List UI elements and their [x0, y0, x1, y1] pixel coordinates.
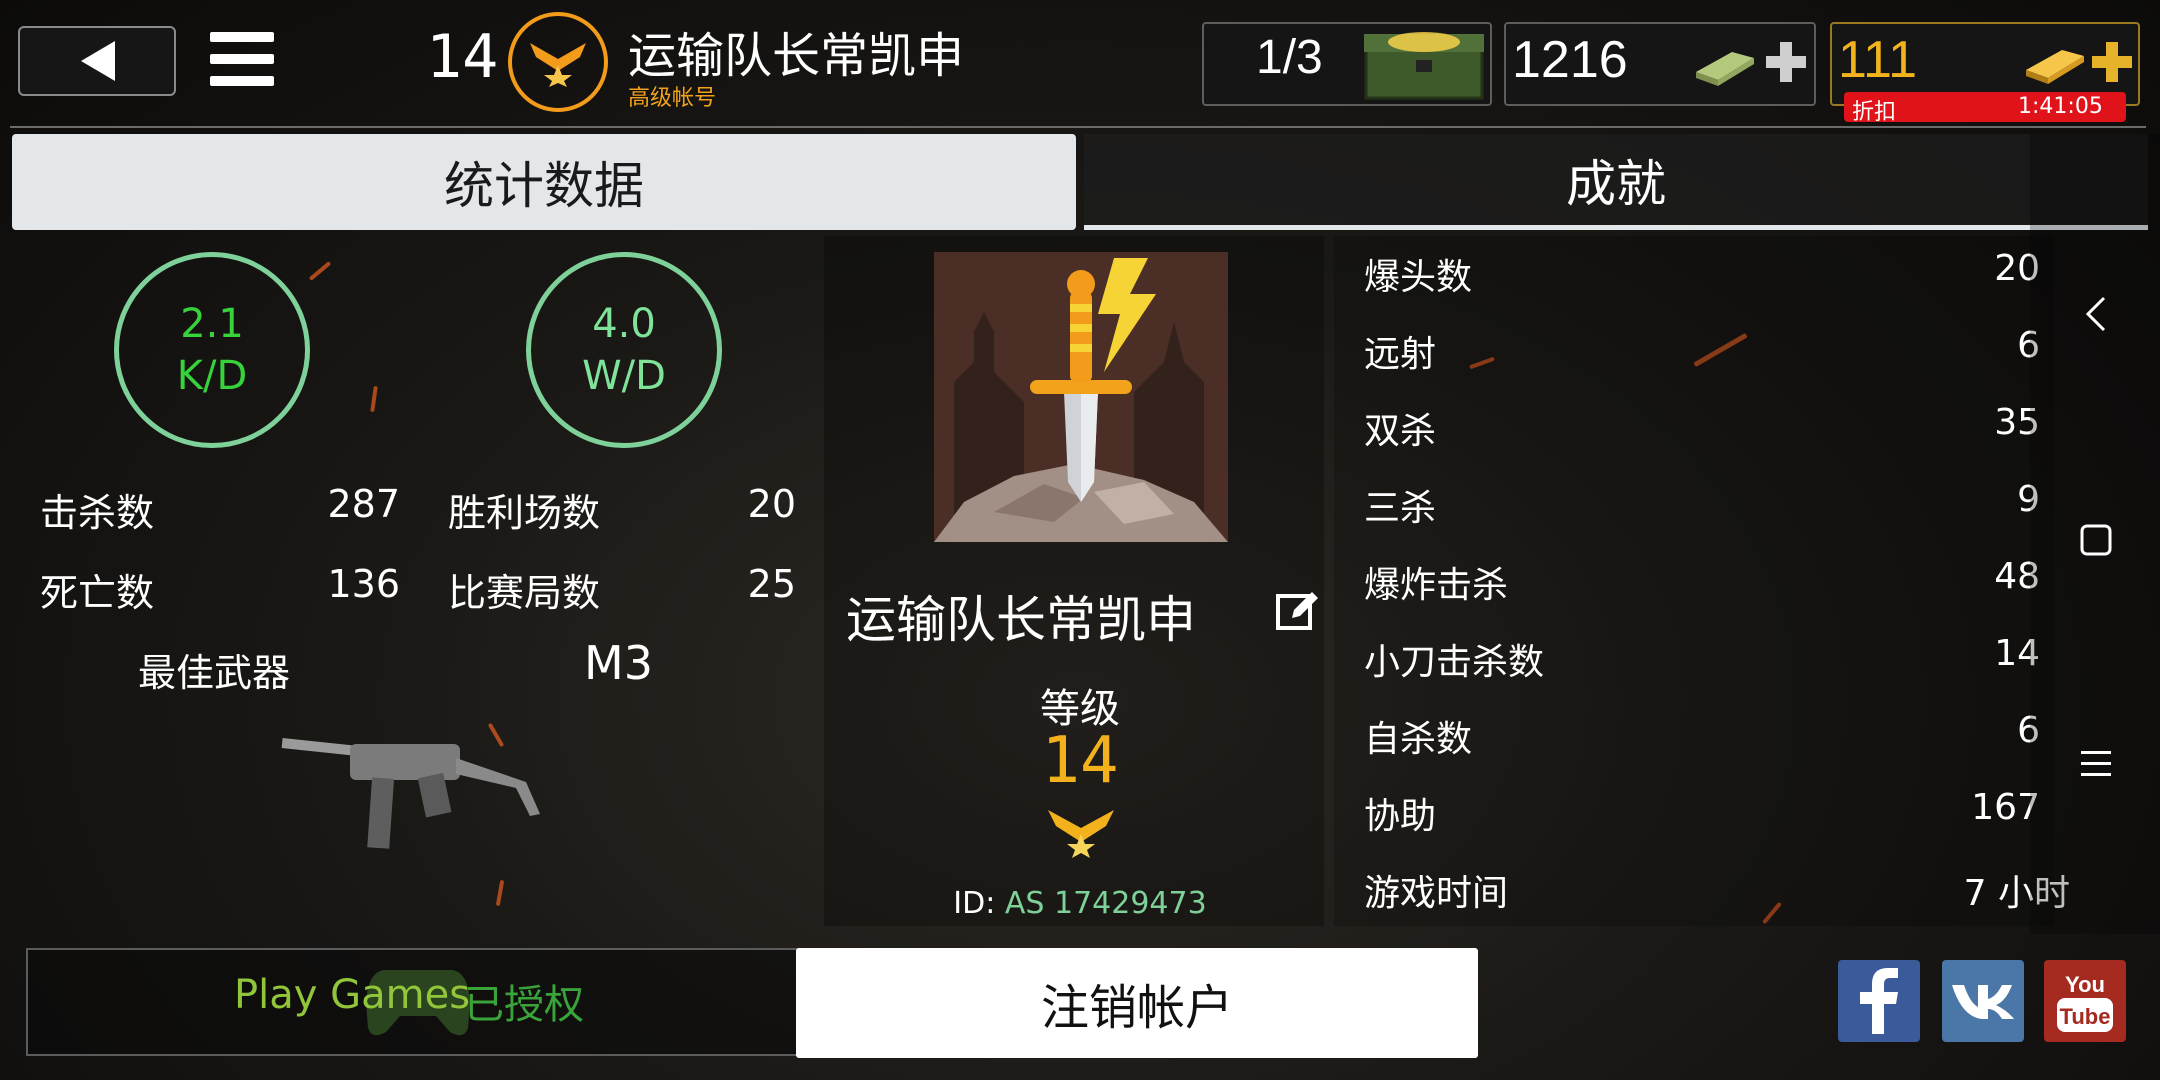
cash-count: 1216: [1512, 31, 1628, 89]
discount-timer: 1:41:05: [2018, 94, 2103, 119]
list-item-value: 167: [1971, 787, 2040, 828]
svg-text:You: You: [2065, 972, 2105, 997]
back-button[interactable]: [18, 26, 176, 96]
wd-value: 4.0: [592, 301, 656, 347]
ammo-chest-icon: [1364, 32, 1484, 100]
play-games-status: 已授权: [464, 982, 584, 1028]
list-item-value: 6: [2017, 710, 2040, 751]
ember-decoration: [308, 261, 332, 281]
nav-home-icon[interactable]: [2074, 518, 2118, 562]
edit-name-icon[interactable]: [1274, 588, 1320, 634]
deaths-label: 死亡数: [40, 571, 155, 615]
deaths-value: 136: [327, 562, 400, 606]
list-item-label: 自杀数: [1364, 719, 1473, 760]
matches-label: 比赛局数: [448, 571, 601, 615]
chest-count: 1/3: [1256, 31, 1323, 84]
best-weapon-name: M3: [584, 636, 653, 690]
ember-decoration: [495, 879, 505, 907]
level-value: 14: [1041, 724, 1119, 798]
header-divider: [10, 126, 2146, 128]
add-cash-icon[interactable]: [1764, 40, 1808, 84]
nav-menu-icon[interactable]: [2074, 742, 2118, 786]
list-item-label: 爆头数: [1364, 257, 1473, 298]
youtube-icon[interactable]: You Tube: [2044, 960, 2126, 1042]
kd-value: 2.1: [180, 301, 244, 347]
svg-text:Tube: Tube: [2060, 1004, 2111, 1029]
logout-button[interactable]: 注销帐户: [796, 948, 1478, 1058]
id-value: AS 17429473: [1004, 886, 1207, 921]
wins-label: 胜利场数: [448, 491, 601, 535]
vk-icon[interactable]: [1942, 960, 2024, 1042]
kills-value: 287: [327, 482, 400, 526]
matches-value: 25: [747, 562, 796, 606]
menu-icon: [210, 32, 274, 42]
tab-statistics[interactable]: 统计数据: [12, 134, 1076, 230]
wins-value: 20: [747, 482, 796, 526]
back-arrow-icon: [81, 41, 115, 81]
ember-decoration: [370, 385, 378, 413]
wd-ratio-ring: 4.0 W/D: [526, 252, 722, 448]
list-item-value: 14: [1994, 633, 2040, 674]
gold-count: 111: [1838, 31, 1918, 89]
account-type-label: 高级帐号: [628, 86, 717, 111]
rank-badge-icon: [508, 12, 608, 112]
add-gold-icon[interactable]: [2090, 40, 2134, 84]
list-item-value: 20: [1994, 248, 2040, 289]
nav-back-icon[interactable]: [2074, 292, 2118, 336]
id-prefix: ID:: [953, 886, 1005, 921]
list-item-value: 9: [2017, 479, 2040, 520]
play-games-label: Play Games: [234, 972, 471, 1018]
list-item-value: 6: [2017, 325, 2040, 366]
kills-label: 击杀数: [40, 491, 155, 535]
player-id[interactable]: ID: AS 17429473: [890, 886, 1270, 921]
kd-ratio-ring: 2.1 K/D: [114, 252, 310, 448]
list-item-label: 小刀击杀数: [1364, 642, 1545, 683]
header-level: 14: [426, 22, 499, 92]
tab-achievements[interactable]: 成就: [1084, 134, 2148, 230]
wd-label: W/D: [582, 353, 666, 399]
kd-label: K/D: [176, 353, 248, 399]
list-item-value: 48: [1994, 556, 2040, 597]
rank-chevron-icon: [1048, 810, 1114, 858]
best-weapon-label: 最佳武器: [138, 651, 291, 695]
list-item-label: 双杀: [1364, 411, 1437, 452]
list-item-label: 三杀: [1364, 488, 1437, 529]
smg-weapon-icon: [281, 738, 540, 849]
header-player-name: 运输队长常凯申: [628, 28, 965, 84]
gold-bar-icon: [2026, 50, 2084, 84]
menu-icon-bar: [210, 54, 274, 64]
list-item-label: 游戏时间: [1364, 873, 1509, 914]
sword-emblem-icon[interactable]: [934, 252, 1228, 542]
list-item-label: 协助: [1364, 796, 1437, 837]
menu-button[interactable]: [210, 32, 280, 92]
list-item-value: 35: [1994, 402, 2040, 443]
profile-name: 运输队长常凯申: [846, 591, 1196, 649]
list-item-label: 爆炸击杀: [1364, 565, 1509, 606]
facebook-icon[interactable]: [1838, 960, 1920, 1042]
cash-stack-icon: [1696, 52, 1754, 86]
discount-label: 折扣: [1852, 100, 1897, 125]
menu-icon-bar: [210, 76, 274, 86]
list-item-label: 远射: [1364, 334, 1437, 375]
